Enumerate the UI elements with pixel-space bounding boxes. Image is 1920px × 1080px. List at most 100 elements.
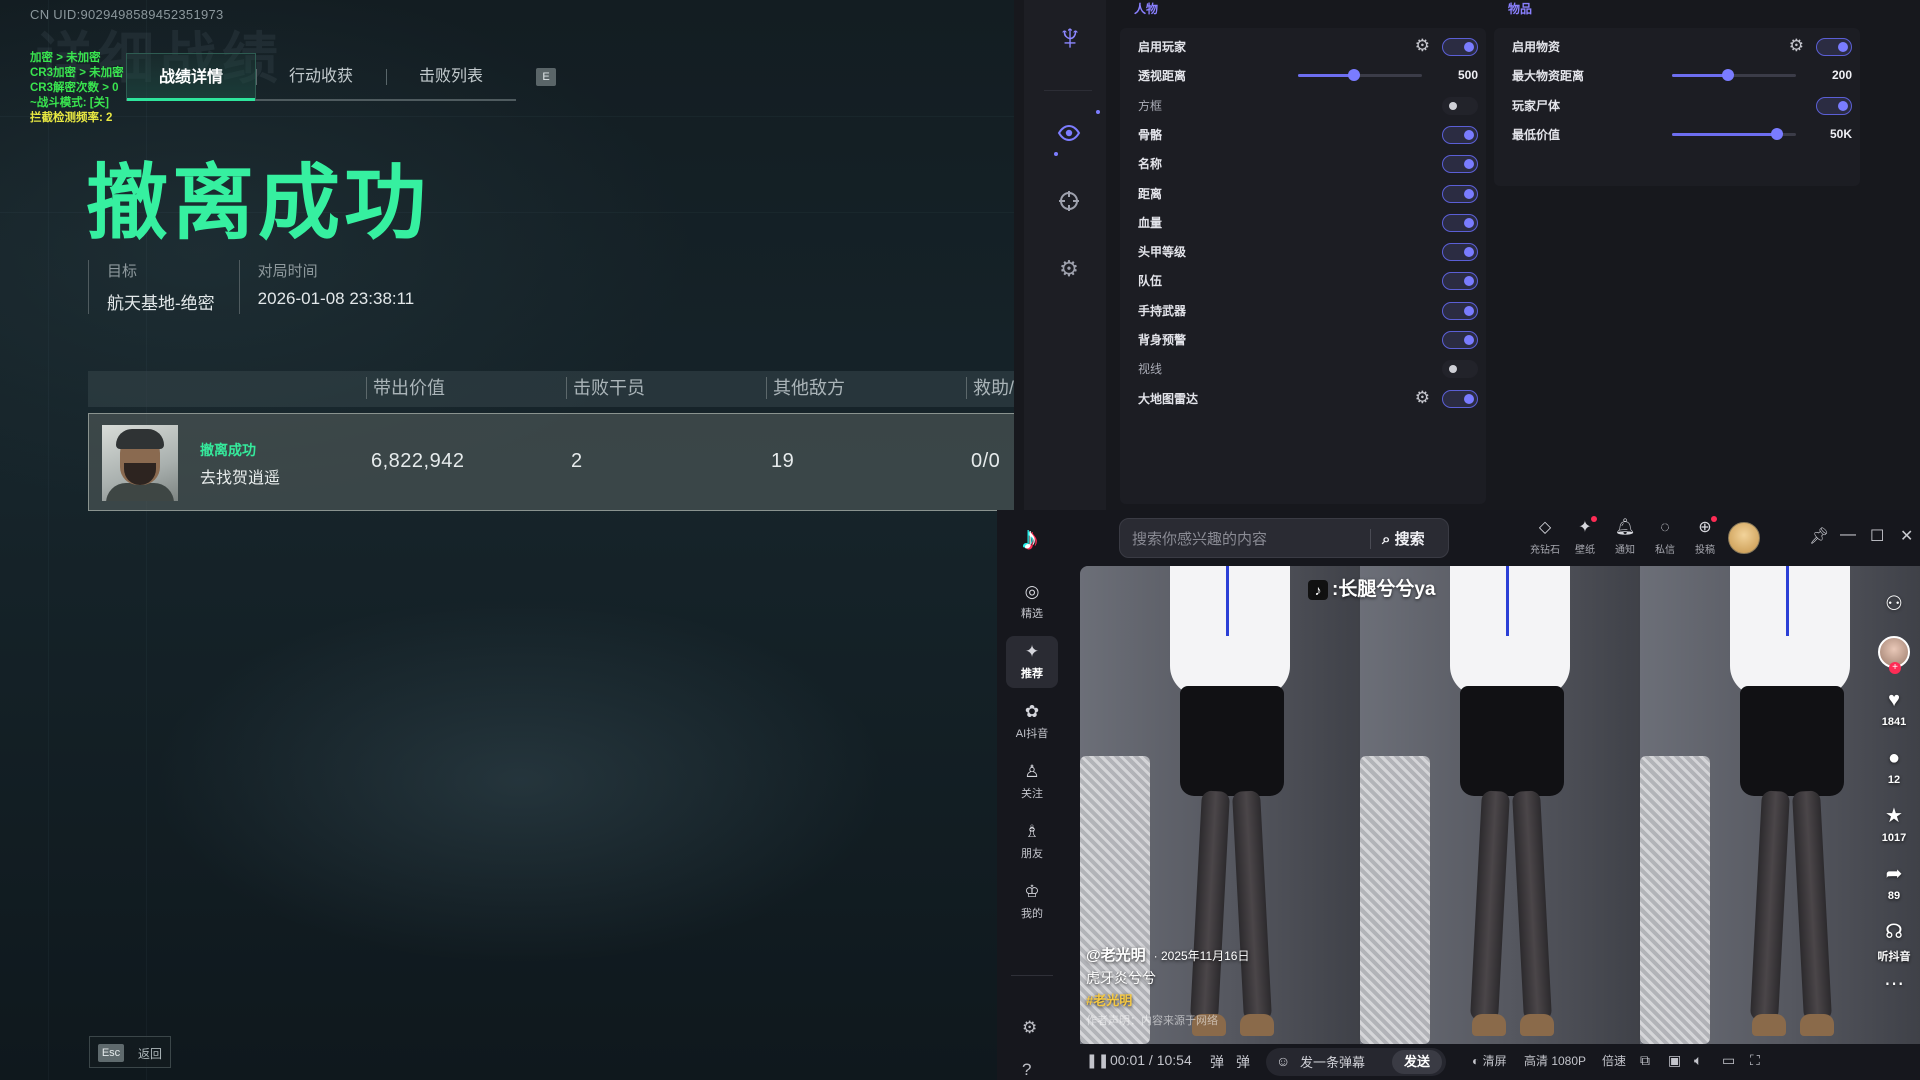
eye-icon[interactable] [1052,116,1086,150]
settings-icon[interactable]: ⚙ [1022,1018,1037,1038]
option-slider[interactable] [1298,69,1422,82]
option-toggle[interactable] [1442,272,1478,291]
douyin-sidebar: ◎ 精选 ✦ 推荐 ✿ AI抖音 ♙ 关注 ♗ 朋友 ♔ 我的 ⚙ ? [997,566,1067,1080]
option-slider[interactable] [1672,127,1796,140]
danmu-toggle-icon[interactable]: 弹 [1210,1052,1224,1072]
sparkle-icon: ✦ [1024,642,1040,661]
danmu-settings-icon[interactable]: 弹 [1236,1052,1250,1072]
minimize-icon[interactable]: — [1840,526,1856,544]
creator-avatar[interactable] [1878,636,1910,674]
topbar-messages[interactable]: ◌ 私信 [1647,518,1683,556]
player-stats-row[interactable]: 撤离成功 去找贺逍遥 6,822,942 2 19 0/0 [88,413,1014,511]
tool-label: 私信 [1655,545,1675,556]
option-label: 距离 [1138,186,1163,201]
upload-icon: ⊕ [1698,519,1712,536]
danmu-send-button[interactable]: 发送 [1392,1050,1442,1074]
gear-icon[interactable]: ⚙ [1789,36,1804,56]
close-icon[interactable]: ✕ [1900,526,1913,546]
share-button[interactable]: ➦ 89 [1874,862,1914,902]
like-button[interactable]: ♥ 1841 [1874,688,1914,728]
search-button[interactable]: ⌕ 搜索 [1382,528,1425,549]
option-toggle[interactable] [1442,389,1478,408]
option-toggle[interactable] [1442,184,1478,203]
extracted-value: 6,822,942 [371,450,465,472]
comment-bubble-icon[interactable]: ⚇ [1874,592,1914,616]
more-button[interactable]: ⋯ [1874,972,1914,996]
nav-me[interactable]: ♔ 我的 [1006,876,1058,928]
grid-line [48,0,49,1080]
meta-label: 对局时间 [257,263,318,280]
option-toggle[interactable] [1442,125,1478,144]
option-toggle[interactable] [1442,155,1478,174]
pin-icon[interactable]: 📌︎ [1809,526,1829,546]
option-toggle[interactable] [1442,301,1478,320]
watermark-text: 长腿兮兮ya [1338,579,1436,600]
nav-following[interactable]: ♙ 关注 [1006,756,1058,808]
option-label: 头甲等级 [1138,245,1187,260]
gear-icon[interactable]: ⚙ [1415,388,1430,408]
tab-kill-list[interactable]: 击败列表 [386,53,516,99]
option-slider[interactable] [1672,69,1796,82]
people-option: 手持武器 [1138,300,1478,320]
danmu-input[interactable] [1300,1053,1390,1071]
option-toggle[interactable] [1442,38,1478,56]
tool-label: 充钻石 [1530,545,1560,556]
nav-featured[interactable]: ◎ 精选 [1006,576,1058,628]
nav-friends[interactable]: ♗ 朋友 [1006,816,1058,868]
tab-loot[interactable]: 行动收获 [256,53,386,99]
search-input[interactable] [1132,528,1362,550]
listen-button[interactable]: ☊ 听抖音 [1874,920,1914,964]
following-icon: ♙ [1024,762,1040,781]
video-hashtag[interactable]: #老光明 [1086,990,1132,1009]
emoji-icon[interactable]: ☺ [1276,1053,1290,1069]
speed-selector[interactable]: 倍速 [1602,1052,1626,1069]
favorite-button[interactable]: ★ 1017 [1874,804,1914,844]
web-fullscreen-icon[interactable]: ▭ [1722,1052,1735,1069]
topbar-notifications[interactable]: 🔔︎ 通知 [1607,518,1643,556]
author-name: @老光明 [1086,947,1146,964]
douyin-logo-icon[interactable]: ♪ [1013,520,1047,556]
option-toggle[interactable] [1816,38,1852,56]
pause-icon[interactable]: ❚❚ [1086,1052,1109,1069]
topbar-upload[interactable]: ⊕ 投稿 [1687,516,1723,556]
autoplay-icon[interactable]: ⧉ [1640,1052,1650,1069]
topbar-recharge[interactable]: ◇ 充钻石 [1527,518,1563,556]
next-tab-key-hint[interactable]: E [536,68,556,86]
slider-knob[interactable] [1721,69,1734,82]
tab-match-details[interactable]: 战绩详情 [126,53,256,101]
fullscreen-icon[interactable]: ⛶ [1750,1052,1760,1069]
option-toggle[interactable] [1442,243,1478,262]
pip-icon[interactable]: ▣ [1668,1052,1681,1069]
crosshair-icon[interactable] [1052,184,1086,218]
clear-screen-toggle[interactable]: ◐ 清屏 [1472,1052,1507,1069]
user-avatar[interactable] [1728,522,1760,554]
gear-icon[interactable]: ⚙ [1052,252,1086,286]
video-author[interactable]: @老光明 · 2025年11月16日 [1086,944,1249,965]
bell-icon: 🔔︎ [1614,519,1636,536]
slider-knob[interactable] [1347,69,1360,82]
friends-icon: ♗ [1024,822,1040,841]
option-toggle[interactable] [1442,331,1478,349]
video-player[interactable]: ♪:长腿兮兮ya @老光明 · 2025年11月16日 虎牙炎兮兮 #老光明 作者… [1080,566,1920,1044]
maximize-icon[interactable]: ☐ [1870,526,1884,546]
debug-line: CR3解密次数 > 0 [30,82,119,94]
quality-selector[interactable]: 高清 1080P [1524,1052,1586,1069]
help-icon[interactable]: ? [1022,1060,1031,1080]
slider-knob[interactable] [1771,127,1784,140]
nav-recommend[interactable]: ✦ 推荐 [1006,636,1058,688]
match-meta: 目标 航天基地-绝密 对局时间 2026-01-08 23:38:11 [88,260,432,314]
items-option: 最低价值 50K [1512,124,1852,144]
option-toggle[interactable] [1442,96,1478,115]
option-toggle[interactable] [1816,96,1852,115]
topbar-wallpaper[interactable]: ✦ 壁纸 [1567,516,1603,556]
comment-button[interactable]: ● 12 [1874,746,1914,786]
volume-icon[interactable]: 🔈︎ [1694,1052,1702,1069]
debug-line: ~战斗模式: [关] [30,97,109,109]
option-toggle[interactable] [1442,360,1478,379]
nav-ai-douyin[interactable]: ✿ AI抖音 [1006,696,1058,748]
gear-icon[interactable]: ⚙ [1415,36,1430,56]
option-toggle[interactable] [1442,213,1478,232]
nav-label: 推荐 [1021,668,1043,680]
extraction-success-title: 撤离成功 [86,158,431,249]
back-button[interactable]: Esc 返回 [89,1036,171,1068]
